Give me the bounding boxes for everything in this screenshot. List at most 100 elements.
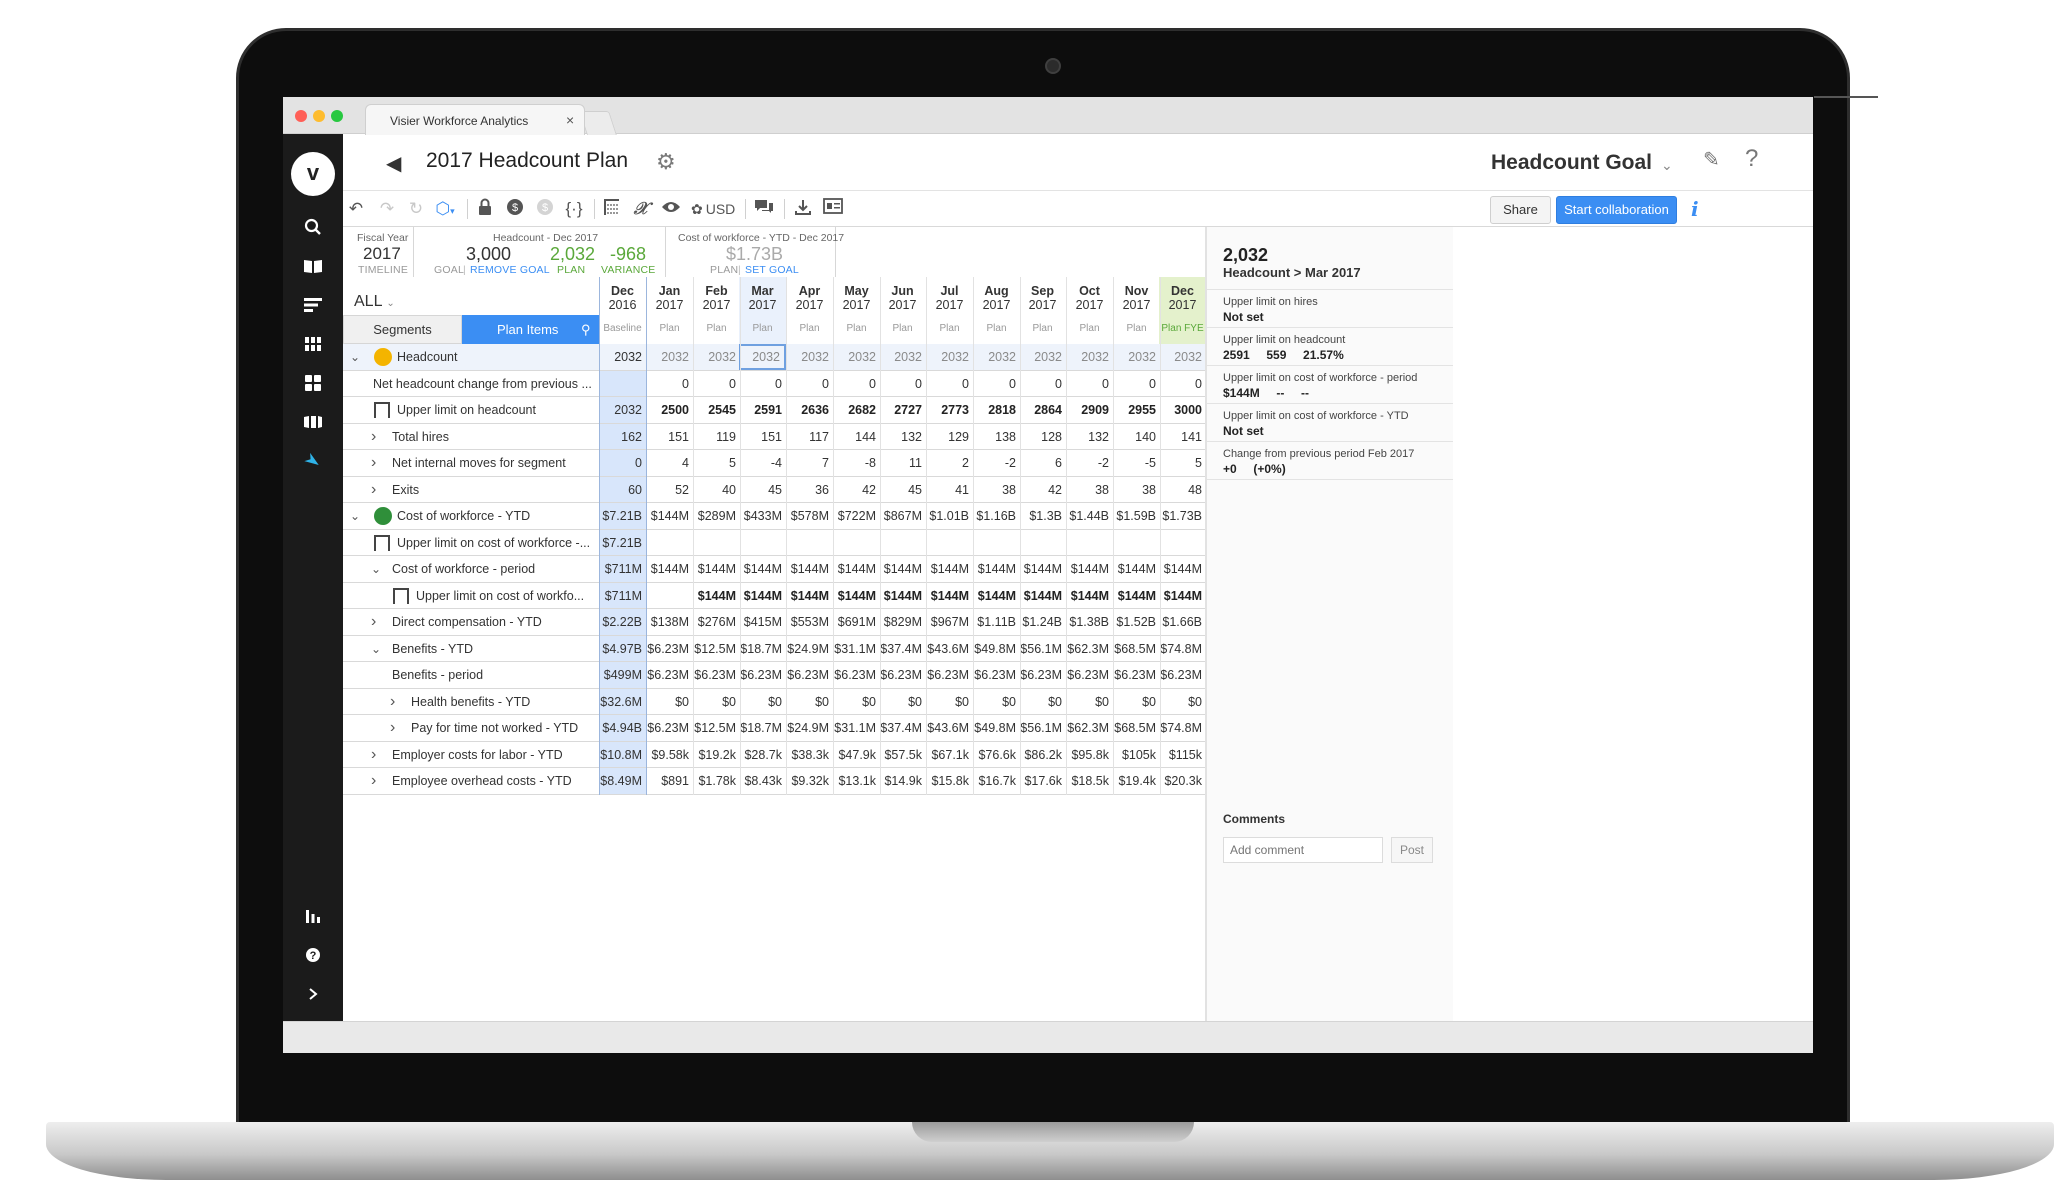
table-row[interactable]: › Exits 60 52 40 45 36 42 45 41 38 42 38 38 48	[343, 477, 1205, 503]
table-cell[interactable]: $6.23M	[646, 662, 693, 688]
table-cell[interactable]: 138	[973, 424, 1020, 450]
column-header[interactable]: Jun 2017 Plan	[879, 277, 926, 344]
table-cell[interactable]: 0	[926, 371, 973, 397]
table-cell[interactable]: $0	[1159, 689, 1206, 715]
table-cell[interactable]: 0	[599, 450, 646, 476]
table-cell[interactable]: $0	[786, 689, 833, 715]
add-comment-input[interactable]	[1223, 837, 1383, 863]
table-row[interactable]: Upper limit on cost of workfo... $711M $14…	[343, 583, 1205, 609]
table-cell[interactable]: $6.23M	[879, 662, 926, 688]
table-cell[interactable]: $499M	[599, 662, 646, 688]
table-cell[interactable]: 38	[1066, 477, 1113, 503]
collapse-chevron-icon[interactable]: ⌄	[350, 503, 360, 529]
table-cell[interactable]: $13.1k	[833, 768, 880, 794]
dashboard-icon[interactable]	[293, 368, 333, 398]
table-cell[interactable]: $6.23M	[973, 662, 1020, 688]
table-row[interactable]: ⌄ Headcount 2032 2032 2032 2032 2032 2032 2032 20…	[343, 344, 1205, 371]
table-cell[interactable]: $56.1M	[1019, 636, 1066, 662]
table-cell[interactable]: 0	[1066, 371, 1113, 397]
table-cell[interactable]: $1.59B	[1113, 503, 1160, 529]
table-cell[interactable]: $49.8M	[973, 715, 1020, 741]
table-cell[interactable]: $56.1M	[1019, 715, 1066, 741]
table-cell[interactable]: $144M	[833, 556, 880, 582]
eye-icon[interactable]	[661, 198, 681, 220]
table-cell[interactable]	[646, 530, 693, 556]
table-cell[interactable]: $6.23M	[739, 662, 786, 688]
table-cell[interactable]: 144	[833, 424, 880, 450]
table-cell[interactable]: $8.43k	[739, 768, 786, 794]
table-cell[interactable]: $67.1k	[926, 742, 973, 768]
table-cell[interactable]: $68.5M	[1113, 636, 1160, 662]
expand-chevron-icon[interactable]: ›	[371, 450, 376, 476]
table-cell[interactable]: $6.23M	[1159, 662, 1206, 688]
table-row[interactable]: Benefits - period $499M $6.23M $6.23M $6.23M…	[343, 662, 1205, 689]
table-cell[interactable]: $24.9M	[786, 636, 833, 662]
goal-selector[interactable]: Headcount Goal	[1491, 151, 1652, 175]
table-cell[interactable]	[1159, 530, 1206, 556]
table-cell[interactable]: 2032	[599, 397, 646, 423]
table-cell[interactable]: -4	[739, 450, 786, 476]
table-cell[interactable]: 141	[1159, 424, 1206, 450]
table-cell[interactable]: $891	[646, 768, 693, 794]
plan-items-tab[interactable]: Plan Items ⚲	[462, 315, 599, 344]
expand-nav-icon[interactable]	[293, 979, 333, 1009]
lock-icon[interactable]	[475, 198, 495, 220]
table-cell[interactable]: $1.16B	[973, 503, 1020, 529]
table-cell[interactable]: $74.8M	[1159, 715, 1206, 741]
table-cell[interactable]: 5	[693, 450, 740, 476]
minimize-window-button[interactable]	[313, 110, 325, 122]
table-cell[interactable]: $1.66B	[1159, 609, 1206, 635]
table-cell[interactable]: $12.5M	[693, 715, 740, 741]
column-header[interactable]: Jul 2017 Plan	[926, 277, 973, 344]
table-cell[interactable]: $24.9M	[786, 715, 833, 741]
table-cell[interactable]: $68.5M	[1113, 715, 1160, 741]
table-cell[interactable]: $1.73B	[1159, 503, 1206, 529]
table-cell[interactable]: $31.1M	[833, 715, 880, 741]
expand-chevron-icon[interactable]: ›	[371, 742, 376, 768]
table-cell[interactable]: 0	[693, 371, 740, 397]
table-cell[interactable]: 151	[646, 424, 693, 450]
table-cell[interactable]: -2	[973, 450, 1020, 476]
table-cell[interactable]: 0	[1159, 371, 1206, 397]
table-row[interactable]: › Net internal moves for segment 0 4 5 -4 7 -8 1…	[343, 450, 1205, 477]
settings-gear-icon[interactable]: ⚙	[656, 149, 676, 175]
table-cell[interactable]: 2032	[973, 344, 1020, 370]
table-row[interactable]: › Health benefits - YTD $32.6M $0 $0 $0 $0 $0 $0…	[343, 689, 1206, 715]
table-cell[interactable]: $6.23M	[646, 636, 693, 662]
table-cell[interactable]: $144M	[1113, 556, 1160, 582]
table-cell[interactable]: 2773	[926, 397, 973, 423]
table-cell[interactable]: $144M	[879, 556, 926, 582]
help-circle-icon[interactable]: ?	[293, 940, 333, 970]
table-cell[interactable]: $144M	[646, 503, 693, 529]
table-cell[interactable]: 7	[786, 450, 833, 476]
table-cell[interactable]: 2032	[1113, 344, 1160, 370]
table-cell[interactable]: 0	[973, 371, 1020, 397]
adjust-range-icon[interactable]: {·}	[564, 198, 584, 220]
table-cell[interactable]: $6.23M	[926, 662, 973, 688]
table-cell[interactable]: $0	[833, 689, 880, 715]
table-cell[interactable]: 2818	[973, 397, 1020, 423]
table-cell[interactable]: 2032	[599, 344, 646, 370]
table-cell[interactable]: 2032	[786, 344, 833, 370]
table-row[interactable]: ⌄ Cost of workforce - YTD $7.21B $144M $289M…	[343, 503, 1205, 530]
table-cell[interactable]: $18.7M	[739, 636, 786, 662]
table-cell[interactable]: $0	[1113, 689, 1160, 715]
table-cell[interactable]: $20.3k	[1159, 768, 1206, 794]
table-cell[interactable]: $578M	[786, 503, 833, 529]
table-cell[interactable]: 132	[879, 424, 926, 450]
table-cell[interactable]: $17.6k	[1019, 768, 1066, 794]
column-header[interactable]: Nov 2017 Plan	[1113, 277, 1160, 344]
table-cell[interactable]: $4.94B	[599, 715, 646, 741]
table-cell[interactable]: $16.7k	[973, 768, 1020, 794]
table-cell[interactable]	[879, 530, 926, 556]
table-cell[interactable]	[739, 530, 786, 556]
visier-logo[interactable]: v	[291, 152, 335, 196]
table-cell[interactable]: $144M	[693, 556, 740, 582]
table-cell[interactable]: $6.23M	[693, 662, 740, 688]
table-cell[interactable]: $1.52B	[1113, 609, 1160, 635]
column-header[interactable]: Aug 2017 Plan	[973, 277, 1020, 344]
table-cell[interactable]: 119	[693, 424, 740, 450]
table-cell[interactable]: 128	[1019, 424, 1066, 450]
table-cell[interactable]: $0	[1066, 689, 1113, 715]
table-cell[interactable]: $867M	[879, 503, 926, 529]
